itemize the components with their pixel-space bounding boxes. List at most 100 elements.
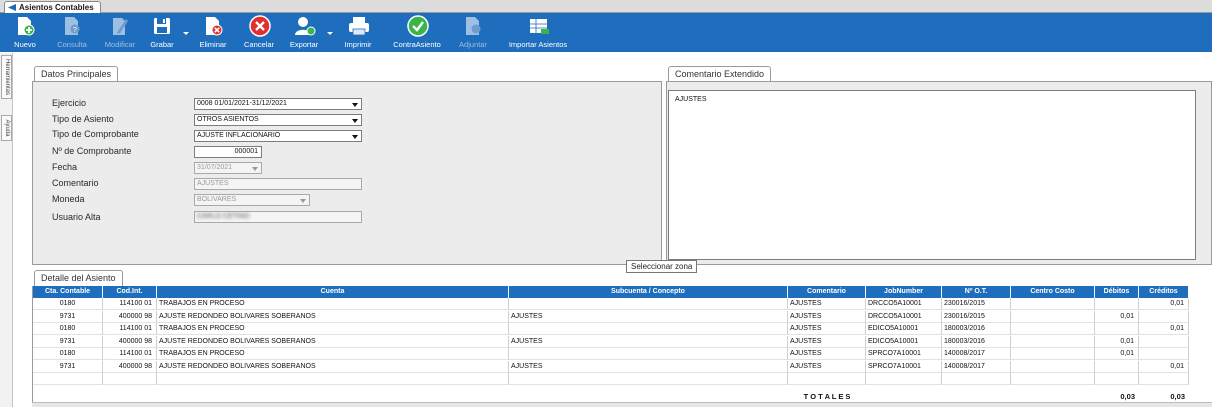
imprimir-button[interactable]: Imprimir	[340, 15, 376, 51]
table-cell-empty[interactable]	[509, 373, 788, 385]
table-cell[interactable]: AJUSTES	[788, 298, 866, 310]
table-cell[interactable]: AJUSTES	[788, 335, 866, 348]
table-cell[interactable]: 140008/2017	[942, 360, 1011, 373]
table-cell[interactable]	[1139, 348, 1189, 360]
table-cell[interactable]: 180003/2016	[942, 335, 1011, 348]
table-cell[interactable]	[1011, 360, 1095, 373]
importar-asientos-button[interactable]: Importar Asientos	[500, 15, 576, 51]
table-cell[interactable]: 230016/2015	[942, 310, 1011, 323]
table-cell[interactable]: EDICO5A10001	[866, 335, 942, 348]
table-cell[interactable]: 0,01	[1095, 310, 1139, 323]
table-cell[interactable]	[1139, 335, 1189, 348]
table-cell[interactable]: SPRCO7A10001	[866, 348, 942, 360]
table-cell[interactable]: 0180	[33, 298, 103, 310]
table-cell-empty[interactable]	[1011, 373, 1095, 385]
tipo-comprobante-select[interactable]: AJUSTE INFLACIONARIO	[194, 130, 362, 142]
comentario-extendido-textarea[interactable]: AJUSTES	[668, 90, 1196, 260]
grabar-dropdown-icon[interactable]	[183, 32, 189, 35]
table-cell[interactable]	[1011, 348, 1095, 360]
table-cell[interactable]: 0180	[33, 323, 103, 335]
comentario-field[interactable]: AJUSTES	[194, 178, 362, 190]
nro-comprobante-field[interactable]: 000001	[194, 146, 262, 158]
tipo-asiento-select[interactable]: OTROS ASIENTOS	[194, 114, 362, 126]
table-cell[interactable]: AJUSTES	[509, 335, 788, 348]
table-cell[interactable]: 400000 98	[103, 310, 157, 323]
column-header[interactable]: Cod.Int.	[103, 286, 157, 298]
table-cell-empty[interactable]	[788, 373, 866, 385]
table-cell[interactable]	[1139, 310, 1189, 323]
table-cell[interactable]: EDICO5A10001	[866, 323, 942, 335]
tab-comentario-extendido[interactable]: Comentario Extendido	[668, 66, 772, 82]
table-cell[interactable]	[1011, 298, 1095, 310]
cancelar-button[interactable]: Cancelar	[240, 15, 278, 51]
table-cell[interactable]	[1095, 298, 1139, 310]
column-header[interactable]: Subcuenta / Concepto	[509, 286, 788, 298]
exportar-dropdown-icon[interactable]	[327, 32, 333, 35]
table-cell-empty[interactable]	[103, 373, 157, 385]
table-cell[interactable]: 180003/2016	[942, 323, 1011, 335]
table-cell[interactable]: 9731	[33, 335, 103, 348]
table-cell[interactable]	[509, 298, 788, 310]
table-cell[interactable]	[1011, 323, 1095, 335]
column-header[interactable]: Cuenta	[157, 286, 509, 298]
table-cell[interactable]: AJUSTES	[788, 348, 866, 360]
table-cell[interactable]: DRCCO5A10001	[866, 298, 942, 310]
ejercicio-select[interactable]: 0008 01/01/2021-31/12/2021	[194, 98, 362, 110]
column-header[interactable]: Comentario	[788, 286, 866, 298]
tab-herramientas[interactable]: Herramientas	[1, 55, 12, 99]
tab-detalle-asiento[interactable]: Detalle del Asiento	[34, 270, 123, 286]
table-cell[interactable]: 114100 01	[103, 348, 157, 360]
table-cell[interactable]: 9731	[33, 360, 103, 373]
table-cell[interactable]: 0,01	[1095, 335, 1139, 348]
table-cell[interactable]: DRCCO5A10001	[866, 310, 942, 323]
table-cell[interactable]: 0180	[33, 348, 103, 360]
table-cell[interactable]	[1095, 323, 1139, 335]
column-header[interactable]: JobNumber	[866, 286, 942, 298]
table-cell[interactable]: 0,01	[1095, 348, 1139, 360]
table-cell[interactable]	[509, 348, 788, 360]
window-tab[interactable]: Asientos Contables	[4, 1, 101, 13]
table-cell[interactable]: 400000 98	[103, 335, 157, 348]
table-cell[interactable]: 400000 98	[103, 360, 157, 373]
tab-ayuda[interactable]: Ayuda	[1, 115, 12, 141]
grabar-button[interactable]: Grabar	[146, 15, 178, 51]
table-cell[interactable]: 0,01	[1139, 323, 1189, 335]
table-cell[interactable]: 0,01	[1139, 360, 1189, 373]
table-cell-empty[interactable]	[157, 373, 509, 385]
column-header[interactable]: Débitos	[1095, 286, 1139, 298]
table-cell[interactable]: AJUSTES	[788, 310, 866, 323]
table-cell[interactable]: 114100 01	[103, 298, 157, 310]
table-cell[interactable]: AJUSTES	[509, 360, 788, 373]
table-cell[interactable]: 140008/2017	[942, 348, 1011, 360]
table-cell[interactable]: AJUSTES	[509, 310, 788, 323]
table-cell[interactable]: 114100 01	[103, 323, 157, 335]
table-cell-empty[interactable]	[942, 373, 1011, 385]
table-cell[interactable]: AJUSTES	[788, 323, 866, 335]
table-cell[interactable]: 230016/2015	[942, 298, 1011, 310]
table-cell-empty[interactable]	[33, 373, 103, 385]
table-cell[interactable]	[509, 323, 788, 335]
tab-datos-principales[interactable]: Datos Principales	[34, 66, 119, 82]
consulta-button[interactable]: ? Consulta	[54, 15, 90, 51]
column-header[interactable]: Créditos	[1139, 286, 1189, 298]
modificar-button[interactable]: Modificar	[100, 15, 140, 51]
table-cell[interactable]: TRABAJOS EN PROCESO	[157, 323, 509, 335]
exportar-button[interactable]: Exportar	[286, 15, 322, 51]
column-header[interactable]: Cta. Contable	[33, 286, 103, 298]
fecha-field[interactable]: 31/07/2021	[194, 162, 262, 174]
table-cell[interactable]: 9731	[33, 310, 103, 323]
table-cell[interactable]: AJUSTE REDONDEO BOLIVARES SOBERANOS	[157, 335, 509, 348]
column-header[interactable]: Nº O.T.	[942, 286, 1011, 298]
table-cell-empty[interactable]	[866, 373, 942, 385]
table-cell[interactable]	[1011, 310, 1095, 323]
table-cell[interactable]: AJUSTES	[788, 360, 866, 373]
horizontal-scrollbar[interactable]	[32, 402, 1212, 407]
table-cell-empty[interactable]	[1139, 373, 1189, 385]
table-cell[interactable]: TRABAJOS EN PROCESO	[157, 298, 509, 310]
table-cell[interactable]	[1095, 360, 1139, 373]
table-cell-empty[interactable]	[1095, 373, 1139, 385]
column-header[interactable]: Centro Costo	[1011, 286, 1095, 298]
nuevo-button[interactable]: Nuevo	[10, 15, 40, 51]
contraasiento-button[interactable]: ContraAsiento	[384, 15, 450, 51]
table-cell[interactable]: 0,01	[1139, 298, 1189, 310]
